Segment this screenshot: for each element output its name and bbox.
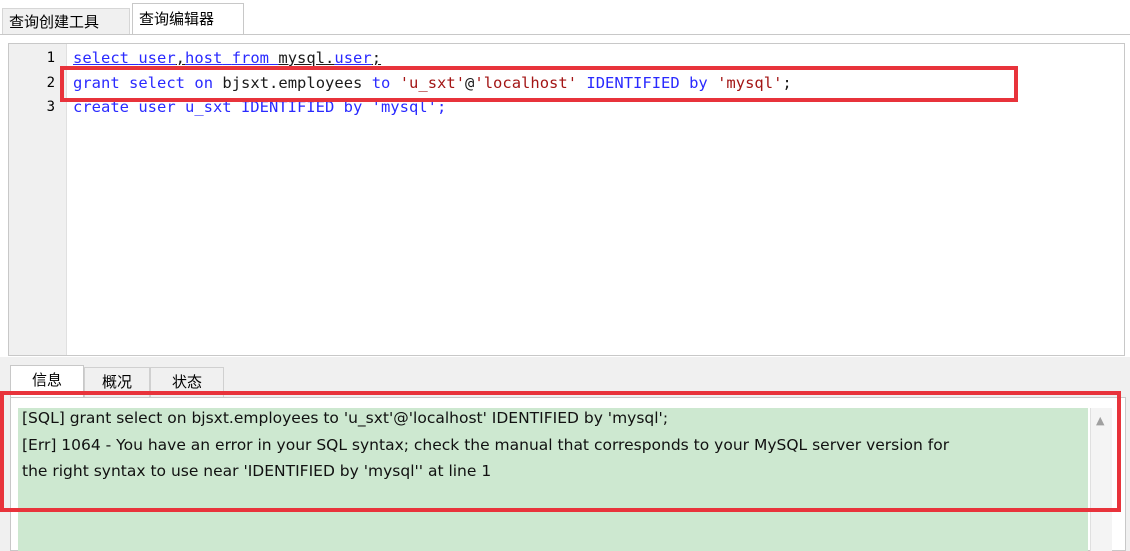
highlight-box-error-message [0, 391, 1121, 512]
keyword: from [231, 49, 270, 67]
identifier: mysql [278, 49, 326, 67]
tab-query-builder[interactable]: 查询创建工具 [2, 8, 130, 34]
keyword: user [138, 49, 176, 67]
tab-divider [0, 34, 1130, 35]
line-number-2: 2 [46, 75, 55, 91]
top-tab-bar: 查询创建工具 查询编辑器 [0, 0, 1130, 35]
line-number-3: 3 [46, 99, 55, 115]
keyword: user [334, 49, 372, 67]
line-number-1: 1 [46, 50, 55, 66]
tab-query-editor[interactable]: 查询编辑器 [132, 3, 244, 35]
line-number-gutter: 1 2 3 [9, 44, 67, 355]
keyword: select [73, 49, 129, 67]
keyword: host [185, 49, 223, 67]
highlight-box-code-line-2 [60, 66, 1018, 102]
code-line-1[interactable]: select user,host from mysql.user; [73, 49, 381, 67]
